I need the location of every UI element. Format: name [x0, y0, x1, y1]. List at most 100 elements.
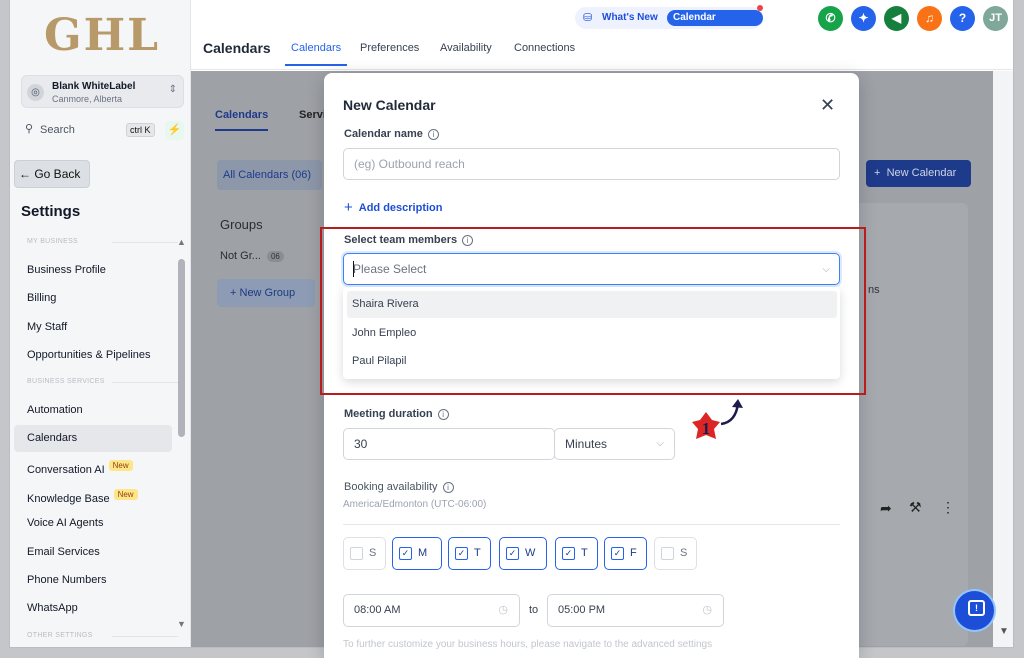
day-label: S [680, 547, 688, 559]
tab-services-bg[interactable]: Servi [299, 109, 326, 121]
field-label: Booking availability [344, 481, 438, 493]
go-back-button[interactable]: ← Go Back [14, 160, 90, 188]
new-group-button[interactable]: + New Group [217, 279, 315, 307]
section-divider [112, 242, 178, 243]
chevron-updown-icon: ⇕ [168, 84, 177, 95]
magic-wand-icon[interactable]: ✦ [851, 6, 876, 31]
tab-calendars-bg[interactable]: Calendars [215, 109, 269, 131]
megaphone-icon[interactable]: ◀ [884, 6, 909, 31]
day-label: W [525, 547, 536, 559]
new-group-label: New Group [239, 287, 296, 299]
checkbox-checked-icon[interactable]: ✓ [611, 547, 624, 560]
sidebar-item-calendars[interactable]: Calendars [14, 425, 172, 452]
sidebar-search[interactable]: ⚲ Search ctrl K [21, 119, 158, 141]
clock-icon: ◷ [498, 604, 508, 616]
scroll-down-icon[interactable]: ▼ [177, 619, 186, 629]
calendar-name-input[interactable]: (eg) Outbound reach [343, 148, 840, 180]
info-icon: i [442, 482, 454, 493]
calendar-updates-pill[interactable]: Calendar Updates [667, 10, 763, 39]
scroll-up-icon[interactable]: ▲ [177, 237, 186, 247]
sidebar-item-opportunities[interactable]: Opportunities & Pipelines [27, 349, 151, 361]
account-switcher[interactable]: ◎ Blank WhiteLabel Canmore, Alberta ⇕ [21, 75, 184, 108]
help-icon[interactable]: ? [950, 6, 975, 31]
sidebar-item-business-profile[interactable]: Business Profile [27, 264, 106, 276]
account-name: Blank WhiteLabel [52, 81, 136, 92]
sidebar-item-automation[interactable]: Automation [27, 404, 83, 416]
tab-availability[interactable]: Availability [440, 42, 492, 54]
duration-unit-value: Minutes [565, 437, 608, 451]
day-toggle-monday[interactable]: ✓ M [392, 537, 442, 570]
tools-icon[interactable]: ⚒ [909, 499, 922, 516]
new-badge: New [108, 460, 133, 471]
checkbox-checked-icon[interactable]: ✓ [455, 547, 468, 560]
tab-calendars[interactable]: Calendars [284, 42, 348, 66]
day-toggle-thursday[interactable]: ✓ T [555, 537, 598, 570]
day-toggle-saturday[interactable]: S [654, 537, 697, 570]
top-bar: Calendars Calendars Preferences Availabi… [191, 0, 1013, 70]
end-time-input[interactable]: 05:00 PM ◷ [547, 594, 724, 627]
arrow-left-icon: ← [19, 167, 31, 181]
scroll-thumb[interactable] [178, 259, 185, 437]
sidebar-item-voice-ai-agents[interactable]: Voice AI Agents [27, 517, 103, 529]
day-toggle-friday[interactable]: ✓ F [604, 537, 647, 570]
info-icon: i [437, 409, 449, 420]
day-label: M [418, 547, 428, 559]
duration-input[interactable]: 30 [343, 428, 555, 460]
bell-icon[interactable]: ♫ [917, 6, 942, 31]
checkbox[interactable] [661, 547, 674, 560]
section-divider [112, 636, 178, 637]
clock-icon: ◷ [702, 604, 712, 616]
new-calendar-label: New Calendar [886, 167, 957, 179]
duration-unit-select[interactable]: Minutes ⌵ [554, 428, 675, 460]
checkbox-checked-icon[interactable]: ✓ [506, 547, 519, 560]
step-marker: 1 [692, 412, 720, 439]
brand-logo: GHL [44, 10, 161, 61]
sidebar-item-conversation-ai[interactable]: Conversation AI New [27, 460, 133, 476]
quick-action-bolt-icon[interactable]: ⚡ [165, 121, 184, 140]
share-icon[interactable]: ➦ [880, 500, 892, 517]
add-description-button[interactable]: + Add description [344, 199, 443, 216]
section-label: BUSINESS SERVICES [27, 378, 105, 385]
notification-dot [757, 5, 763, 11]
whats-new-label: What's New [602, 12, 658, 23]
search-shortcut: ctrl K [126, 123, 155, 137]
tab-preferences[interactable]: Preferences [360, 42, 419, 54]
day-toggle-wednesday[interactable]: ✓ W [499, 537, 547, 570]
sidebar-item-email-services[interactable]: Email Services [27, 546, 100, 558]
sidebar-item-billing[interactable]: Billing [27, 292, 56, 304]
checkbox-checked-icon[interactable]: ✓ [562, 547, 575, 560]
day-toggle-tuesday[interactable]: ✓ T [448, 537, 491, 570]
divider [343, 524, 840, 525]
checkbox-checked-icon[interactable]: ✓ [399, 547, 412, 560]
avatar[interactable]: JT [983, 6, 1008, 31]
sidebar-item-whatsapp[interactable]: WhatsApp [27, 602, 78, 614]
location-icon: ◎ [27, 84, 44, 101]
section-business-services: BUSINESS SERVICES [27, 378, 178, 385]
timezone-text: America/Edmonton (UTC-06:00) [343, 499, 487, 510]
more-options-icon[interactable]: ⋮ [941, 499, 955, 516]
sidebar-item-my-staff[interactable]: My Staff [27, 321, 67, 333]
sidebar-item-knowledge-base[interactable]: Knowledge Base New [27, 489, 138, 505]
day-label: T [581, 547, 588, 559]
group-not-grouped[interactable]: Not Gr... 06 [220, 250, 284, 262]
close-icon[interactable]: ✕ [820, 95, 835, 116]
sidebar-scrollbar[interactable]: ▲ ▼ [176, 237, 186, 632]
page-scrollbar[interactable]: ▼ [993, 71, 1013, 647]
tab-connections[interactable]: Connections [514, 42, 575, 54]
section-label: MY BUSINESS [27, 238, 79, 245]
info-icon: i [427, 129, 439, 140]
phone-icon[interactable]: ✆ [818, 6, 843, 31]
page-title: Calendars [203, 40, 271, 56]
day-toggle-sunday[interactable]: S [343, 537, 386, 570]
whats-new-banner[interactable]: ⛁ What's New Calendar Updates [575, 5, 763, 39]
field-label: Calendar name [344, 128, 423, 140]
section-label: OTHER SETTINGS [27, 632, 93, 639]
sidebar-item-phone-numbers[interactable]: Phone Numbers [27, 574, 107, 586]
all-calendars-filter[interactable]: All Calendars (06) [217, 160, 322, 190]
scroll-down-icon[interactable]: ▼ [999, 626, 1009, 637]
checkbox[interactable] [350, 547, 363, 560]
sidebar-item-label: Conversation AI [27, 464, 105, 476]
chat-support-button[interactable]: ! [955, 591, 994, 630]
start-time-input[interactable]: 08:00 AM ◷ [343, 594, 520, 627]
new-calendar-button[interactable]: + New Calendar [866, 160, 971, 187]
